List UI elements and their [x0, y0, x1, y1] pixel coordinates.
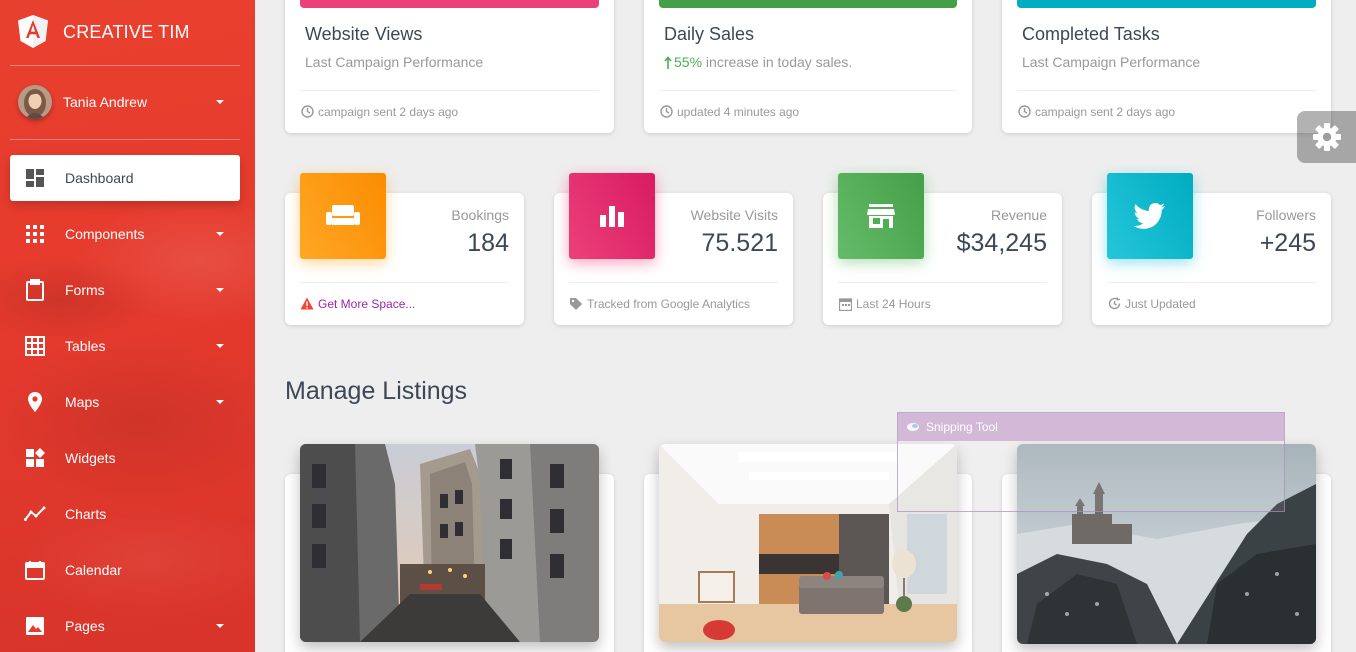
sidebar-item-forms[interactable]: Forms [10, 267, 240, 313]
angular-logo [18, 15, 48, 48]
stat-value: 184 [467, 229, 509, 257]
clock-icon [300, 105, 314, 119]
apps-icon [24, 223, 46, 245]
sidebar-item-label: Tables [65, 338, 106, 354]
arrow-up-icon [664, 55, 672, 69]
sidebar-item-tables[interactable]: Tables [10, 323, 240, 369]
stat-value: 75.521 [701, 229, 778, 257]
avatar [18, 85, 52, 119]
image-icon [24, 615, 46, 637]
user-profile[interactable]: Tania Andrew [18, 84, 230, 120]
card-category: 55% increase in today sales. [664, 54, 852, 70]
chevron-down-icon [216, 400, 224, 404]
stat-category: Website Visits [690, 207, 778, 223]
card-footer: Just Updated [1107, 282, 1316, 324]
grid-icon [24, 335, 46, 357]
chart-strip [659, 0, 957, 8]
sidebar-item-pages[interactable]: Pages [10, 603, 240, 649]
card-footer: campaign sent 2 days ago [1017, 90, 1316, 132]
sales-increase-text: increase in today sales. [702, 54, 853, 70]
warning-icon [300, 297, 314, 311]
sidebar-item-label: Components [65, 226, 145, 242]
scissors-icon [907, 423, 919, 431]
sidebar-divider [10, 139, 240, 140]
gear-icon [1312, 123, 1341, 151]
sidebar-item-charts[interactable]: Charts [10, 491, 240, 537]
bar-chart-icon [569, 173, 655, 259]
date-range-icon [838, 297, 852, 311]
stat-category: Revenue [990, 207, 1047, 223]
card-footer: Last 24 Hours [838, 282, 1047, 324]
get-more-space-link[interactable]: Get More Space... [318, 297, 415, 311]
clock-icon [1017, 105, 1031, 119]
weekend-icon [300, 173, 386, 259]
section-title: Manage Listings [285, 377, 468, 405]
card-footer: updated 4 minutes ago [659, 90, 957, 132]
card-footer-text: Just Updated [1125, 296, 1196, 311]
timeline-icon [24, 503, 46, 525]
stat-value: +245 [1259, 229, 1316, 257]
paris-street-photo[interactable] [300, 444, 599, 642]
clipboard-icon [24, 279, 46, 301]
sidebar-item-label: Pages [65, 618, 105, 634]
card-title: Daily Sales [664, 24, 755, 44]
sidebar-item-components[interactable]: Components [10, 211, 240, 257]
sidebar-item-label: Widgets [65, 450, 116, 466]
chart-strip [300, 0, 599, 8]
chevron-down-icon [216, 232, 224, 236]
sidebar-item-maps[interactable]: Maps [10, 379, 240, 425]
sidebar-item-label: Dashboard [65, 170, 134, 186]
card-footer-text: campaign sent 2 days ago [1035, 104, 1176, 119]
chevron-down-icon [216, 624, 224, 628]
widgets-icon [24, 447, 46, 469]
card-footer: Tracked from Google Analytics [569, 282, 778, 324]
store-icon [838, 173, 924, 259]
snipping-tool-window[interactable]: Snipping Tool [897, 412, 1285, 512]
twitter-icon [1107, 173, 1193, 259]
brand[interactable]: CREATIVE TIM [17, 14, 190, 50]
snipping-tool-titlebar[interactable]: Snipping Tool [898, 413, 1284, 441]
chart-strip [1017, 0, 1316, 8]
sidebar-item-label: Forms [65, 282, 105, 298]
card-title: Completed Tasks [1022, 24, 1160, 44]
snipping-tool-title: Snipping Tool [926, 420, 998, 434]
sales-increase-value: 55% [674, 54, 703, 70]
brand-name: CREATIVE TIM [63, 21, 190, 42]
chart-card-daily-sales: Daily Sales 55% increase in today sales.… [644, 0, 972, 133]
place-icon [24, 391, 46, 413]
calendar-icon [24, 559, 46, 581]
chevron-down-icon [216, 288, 224, 292]
card-footer: campaign sent 2 days ago [300, 90, 599, 132]
stat-value: $34,245 [956, 229, 1047, 257]
stat-category: Bookings [451, 207, 509, 223]
chart-card-completed-tasks: Completed Tasks Last Campaign Performanc… [1002, 0, 1331, 133]
card-footer-text: Tracked from Google Analytics [587, 296, 750, 311]
card-footer-text: campaign sent 2 days ago [318, 104, 459, 119]
sidebar-divider [10, 65, 240, 66]
card-category: Last Campaign Performance [305, 54, 484, 70]
sidebar-item-dashboard[interactable]: Dashboard [10, 155, 240, 201]
sidebar-item-label: Calendar [65, 562, 122, 578]
sidebar-item-calendar[interactable]: Calendar [10, 547, 240, 593]
card-title: Website Views [305, 24, 423, 44]
settings-toggle-button[interactable] [1297, 111, 1356, 163]
card-footer-text: Last 24 Hours [856, 296, 931, 311]
sidebar: CREATIVE TIM Tania Andrew Dashboard Comp… [0, 0, 255, 652]
stat-category: Followers [1256, 207, 1316, 223]
card-footer: Get More Space... [300, 282, 509, 324]
user-name: Tania Andrew [63, 94, 148, 110]
chevron-down-icon [216, 344, 224, 348]
chart-card-website-views: Website Views Last Campaign Performance … [285, 0, 614, 133]
chevron-down-icon [216, 100, 224, 104]
tag-icon [569, 297, 583, 311]
sidebar-item-label: Maps [65, 394, 100, 410]
sidebar-item-label: Charts [65, 506, 107, 522]
dashboard-icon [24, 167, 46, 189]
card-footer-text: updated 4 minutes ago [677, 104, 800, 119]
clock-icon [659, 105, 673, 119]
update-icon [1107, 297, 1121, 311]
card-category: Last Campaign Performance [1022, 54, 1201, 70]
sidebar-item-widgets[interactable]: Widgets [10, 435, 240, 481]
